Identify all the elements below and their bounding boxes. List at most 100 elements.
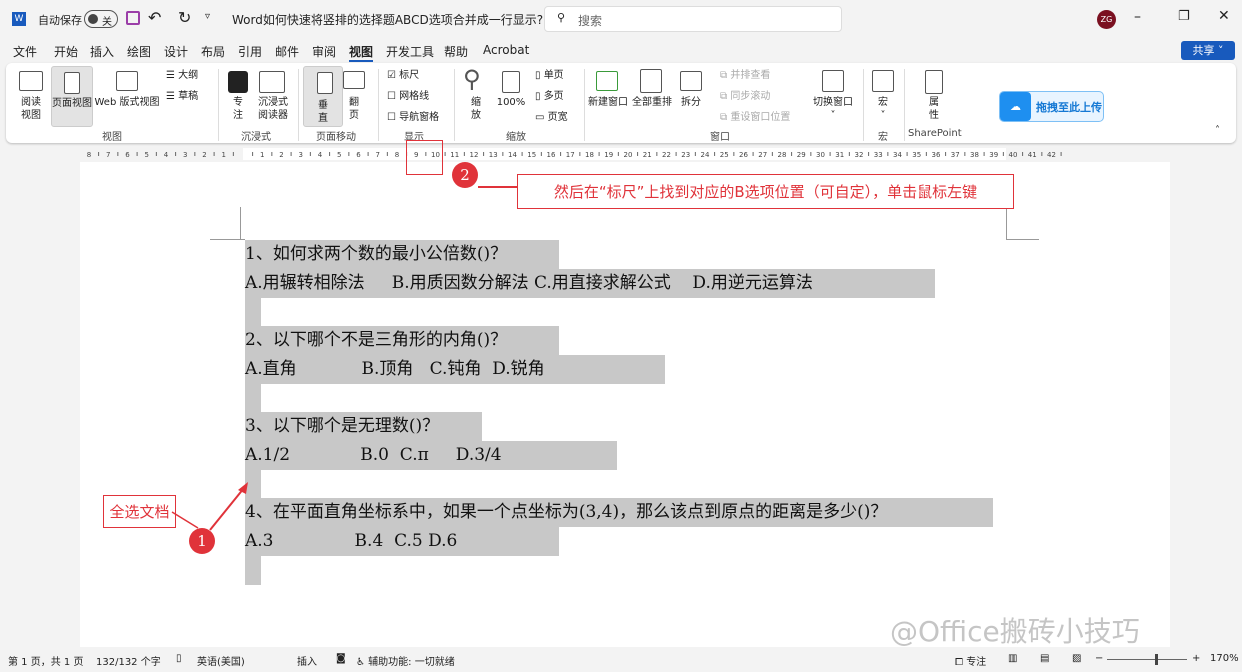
tab-view[interactable]: 视图 [349, 43, 374, 62]
question-3[interactable]: 3、以下哪个是无理数()？ [245, 412, 482, 441]
proofing-icon[interactable]: ▯ [176, 653, 182, 664]
tab-review[interactable]: 审阅 [312, 43, 336, 60]
focus-mode-button[interactable]: ⧠ 专注 [955, 653, 986, 668]
zoom-slider-thumb[interactable] [1155, 654, 1158, 665]
tab-references[interactable]: 引用 [238, 43, 262, 60]
vertical-button[interactable]: 垂 直 [303, 66, 343, 127]
arrange-all-button[interactable]: 全部重排 [630, 96, 674, 109]
ruler-checkbox[interactable]: ☑ 标尺 [387, 69, 419, 82]
tab-developer[interactable]: 开发工具 [386, 43, 434, 60]
tab-insert[interactable]: 插入 [90, 43, 114, 60]
read-view-button[interactable]: 阅读 视图 [16, 96, 46, 122]
accessibility-status[interactable]: ♿ 辅助功能: 一切就绪 [356, 653, 455, 668]
nav-pane-label: 导航窗格 [399, 112, 440, 123]
tab-mailings[interactable]: 邮件 [275, 43, 299, 60]
upload-button[interactable]: ☁ 拖拽至此上传 [999, 91, 1104, 122]
question-2[interactable]: 2、以下哪个不是三角形的内角()？ [245, 326, 559, 355]
group-page-movement-label: 页面移动 [316, 132, 356, 143]
properties-icon [925, 70, 943, 94]
redo-icon[interactable]: ↻ [178, 8, 191, 27]
ruler-number: 23 [681, 151, 690, 159]
horizontal-ruler[interactable]: 8 7 6 5 4 3 2 1 1 2 3 4 5 6 7 8 9 10 11 12 13 14 15 16 17 18 19 20 2… [0, 146, 1242, 162]
vertical-ruler[interactable] [0, 162, 16, 647]
ruler-number: 38 [970, 151, 979, 159]
tab-file[interactable]: 文件 [13, 43, 37, 60]
print-layout-icon[interactable]: ▤ [1040, 653, 1049, 664]
sync-scroll-button[interactable]: ⧉ 同步滚动 [720, 90, 770, 103]
new-window-button[interactable]: 新建窗口 [586, 96, 630, 109]
customize-qat-icon[interactable]: ▿ [205, 11, 210, 22]
draft-button[interactable]: ☰ 草稿 [166, 90, 198, 103]
tab-help[interactable]: 帮助 [444, 43, 468, 60]
zoom-level[interactable]: 170% [1210, 653, 1239, 664]
split-button[interactable]: 拆分 [678, 96, 704, 109]
vertical-label: 垂 直 [318, 100, 328, 124]
zoom-in-button[interactable]: + [1192, 653, 1200, 664]
tab-acrobat[interactable]: Acrobat [483, 43, 529, 57]
question-1[interactable]: 1、如何求两个数的最小公倍数()？ [245, 240, 559, 269]
autosave-toggle[interactable]: 关 [84, 10, 118, 28]
undo-icon[interactable]: ↶ [148, 8, 161, 27]
tab-layout[interactable]: 布局 [201, 43, 225, 60]
options-1[interactable]: A.用辗转相除法 B.用质因数分解法 C.用直接求解公式 D.用逆元运算法 [245, 269, 935, 298]
options-3[interactable]: A.1/2 B.0 C.π D.3/4 [245, 441, 617, 470]
collapse-ribbon-icon[interactable]: ˄ [1215, 125, 1220, 136]
minimize-button[interactable]: – [1134, 9, 1141, 25]
page-count[interactable]: 第 1 页，共 1 页 [8, 653, 83, 668]
blank-line[interactable] [245, 298, 261, 327]
read-view-icon [19, 71, 43, 91]
avatar[interactable]: ZG [1097, 10, 1116, 29]
ruler-number: 11 [450, 151, 459, 159]
switch-windows-button[interactable]: 切换窗口 ˅ [811, 96, 855, 122]
ruler-number: 7 [376, 151, 380, 159]
question-4[interactable]: 4、在平面直角坐标系中，如果一个点坐标为(3,4)，那么该点到原点的距离是多少(… [245, 498, 993, 527]
blank-line[interactable] [245, 556, 261, 585]
search-input[interactable]: ⚲ 搜索 [544, 6, 842, 32]
sync-scroll-label: 同步滚动 [730, 91, 771, 102]
ruler-number: 19 [604, 151, 613, 159]
one-page-button[interactable]: ▯ 单页 [535, 69, 564, 82]
options-2[interactable]: A.直角 B.顶角 C.钝角 D.锐角 [245, 355, 665, 384]
ruler-number: 14 [508, 151, 517, 159]
document-title[interactable]: Word如何快速将竖排的选择题ABCD选项合并成一行显示? .d... [232, 11, 570, 28]
zoom-button[interactable]: 缩 放 [466, 96, 486, 122]
macro-record-icon[interactable]: ◙ [336, 653, 346, 664]
search-placeholder: 搜索 [578, 14, 603, 28]
tab-home[interactable]: 开始 [54, 43, 78, 60]
restore-button[interactable]: ❐ [1178, 9, 1190, 24]
arrange-all-icon [640, 69, 662, 93]
zoom-out-button[interactable]: − [1095, 653, 1103, 664]
share-button[interactable]: 共享 ˅ [1181, 41, 1235, 60]
side-by-side-button[interactable]: ⧉ 并排查看 [720, 69, 770, 82]
language[interactable]: 英语(美国) [197, 653, 245, 668]
read-mode-icon[interactable]: ▥ [1008, 653, 1017, 664]
zoom-slider[interactable] [1107, 654, 1187, 665]
zoom-100-button[interactable]: 100% [494, 96, 528, 109]
page-width-button[interactable]: ▭ 页宽 [535, 111, 568, 124]
web-layout-icon[interactable]: ▨ [1072, 653, 1081, 664]
immersive-reader-button[interactable]: 沉浸式 阅读器 [253, 96, 293, 122]
properties-button[interactable]: 属 性 [924, 96, 944, 122]
outline-button[interactable]: ☰ 大纲 [166, 69, 198, 82]
focus-button[interactable]: 专 注 [228, 96, 248, 122]
save-icon[interactable] [126, 11, 140, 25]
focus-icon [228, 71, 248, 93]
insert-mode[interactable]: 插入 [297, 653, 317, 668]
word-count[interactable]: 132/132 个字 [96, 653, 161, 668]
multi-page-button[interactable]: ▯ 多页 [535, 90, 564, 103]
tab-draw[interactable]: 绘图 [127, 43, 151, 60]
ruler-number: 22 [662, 151, 671, 159]
document-page[interactable] [80, 162, 1170, 647]
tab-design[interactable]: 设计 [164, 43, 188, 60]
blank-line[interactable] [245, 384, 261, 413]
macros-button[interactable]: 宏 ˅ [874, 96, 892, 122]
ruler-number: 35 [912, 151, 921, 159]
web-layout-button[interactable]: Web 版式视图 [94, 96, 160, 109]
gridlines-checkbox[interactable]: ☐ 网格线 [387, 90, 429, 103]
side-to-side-button[interactable]: 翻 页 [344, 96, 364, 122]
close-button[interactable]: ✕ [1218, 8, 1230, 24]
options-4[interactable]: A.3 B.4 C.5 D.6 [245, 527, 559, 556]
print-layout-button[interactable]: 页面视图 [51, 66, 93, 127]
nav-pane-checkbox[interactable]: ☐ 导航窗格 [387, 111, 439, 124]
reset-position-button[interactable]: ⧉ 重设窗口位置 [720, 111, 790, 124]
